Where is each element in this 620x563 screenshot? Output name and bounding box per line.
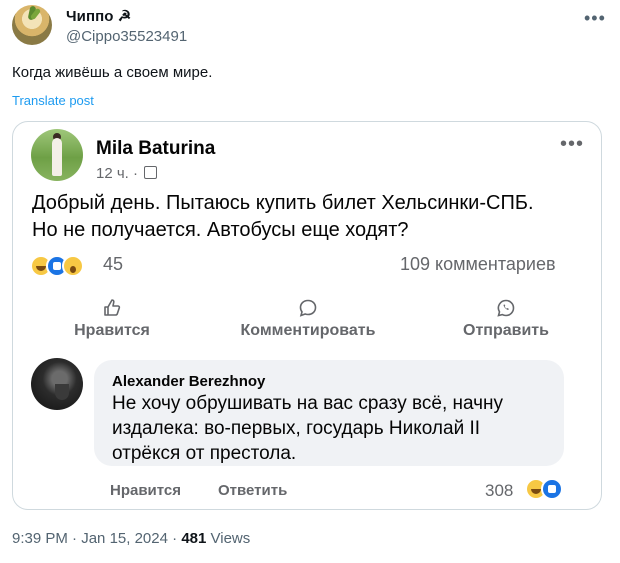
wow-icon [62, 255, 84, 277]
like-action: Нравится [66, 298, 158, 340]
post-author-name: Mila Baturina [96, 138, 216, 159]
comment-action: Комментировать [228, 298, 388, 340]
tweet-meta-footer: 9:39 PM · Jan 15, 2024 · 481 Views [12, 530, 251, 547]
like-label: Нравится [74, 322, 150, 339]
post-time: 12 ч. [96, 165, 129, 182]
tweet-time[interactable]: 9:39 PM [12, 530, 68, 547]
comment-text-line: издалека: во-первых, государь Николай II [112, 418, 481, 439]
audience-icon [144, 166, 158, 179]
views-label: Views [210, 530, 251, 547]
post-author-avatar [31, 129, 83, 181]
post-text-line: Добрый день. Пытаюсь купить билет Хельси… [32, 192, 534, 214]
comment-reaction-count: 308 [485, 481, 514, 500]
share-action: Отправить [454, 298, 558, 340]
tweet-text: Когда живёшь а своем мире. [12, 64, 213, 81]
comment-text-line: Не хочу обрушивать на вас сразу всё, нач… [112, 393, 504, 414]
whatsapp-icon [497, 299, 515, 317]
views-count: 481 [181, 530, 207, 547]
comment-text: Не хочу обрушивать на вас сразу всё, нач… [112, 391, 557, 466]
comment-text-line: отрёкся от престола. [112, 443, 297, 464]
commenter-name: Alexander Berezhnoy [112, 373, 266, 390]
post-text: Добрый день. Пытаюсь купить билет Хельси… [32, 190, 592, 244]
post-more-icon: ••• [560, 133, 585, 155]
author-name[interactable]: Чиппо ☭ [66, 7, 131, 25]
comment-label: Комментировать [240, 322, 376, 339]
author-avatar[interactable] [12, 5, 52, 45]
comment-reply-label: Ответить [218, 482, 288, 499]
translate-post-link[interactable]: Translate post [12, 93, 94, 108]
like-icon [541, 478, 563, 500]
author-handle[interactable]: @Cippo35523491 [66, 28, 187, 45]
reaction-count: 45 [103, 254, 124, 274]
comments-count: 109 комментариев [400, 254, 556, 274]
post-meta: 12 ч. · [96, 165, 158, 182]
thumbs-up-icon [104, 299, 121, 316]
post-text-line: Но не получается. Автобусы еще ходят? [32, 219, 409, 241]
tweet-date[interactable]: Jan 15, 2024 [81, 530, 168, 547]
comment-like-label: Нравится [110, 482, 182, 499]
commenter-avatar [31, 358, 83, 410]
comment-reaction-icons [525, 478, 565, 500]
comment-icon [299, 299, 317, 317]
more-options-icon[interactable]: ••• [584, 8, 606, 29]
share-label: Отправить [463, 322, 549, 339]
